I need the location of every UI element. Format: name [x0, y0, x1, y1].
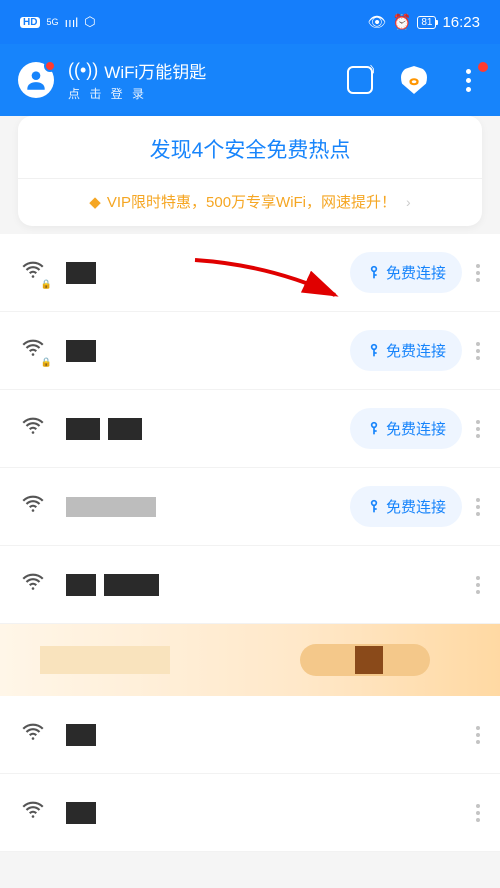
free-connect-button[interactable]: 免费连接 — [350, 252, 462, 293]
wifi-ssid — [66, 574, 462, 596]
app-title-block[interactable]: ((•)) WiFi万能钥匙 点 击 登 录 — [68, 58, 320, 102]
wifi-row[interactable] — [0, 696, 500, 774]
eye-icon: 👁 — [368, 13, 387, 31]
clock-text: 16:23 — [442, 14, 480, 31]
wifi-ssid — [66, 262, 350, 284]
row-more-button[interactable] — [476, 726, 480, 744]
wifi-logo-icon: ((•)) — [68, 60, 98, 81]
battery-indicator: 81 — [417, 16, 436, 29]
wifi-row[interactable] — [0, 774, 500, 852]
wifi-signal-icon — [20, 719, 48, 750]
banner-title: 发现4个安全免费热点 — [30, 134, 470, 164]
wifi-signal-icon: 🔒 — [20, 335, 48, 366]
wifi-row[interactable]: 🔒 免费连接 — [0, 234, 500, 312]
diamond-icon: ◆ — [89, 193, 101, 211]
wifi-ssid — [66, 724, 462, 746]
wifi-row[interactable]: 🔒 免费连接 — [0, 312, 500, 390]
wifi-ssid — [66, 418, 350, 440]
row-more-button[interactable] — [476, 804, 480, 822]
hd-badge: HD — [20, 17, 40, 28]
status-bar: HD 5G ıııl ⬡ 👁 ⏰ 81 16:23 — [0, 0, 500, 44]
status-right: 👁 ⏰ 81 16:23 — [368, 13, 480, 31]
menu-button[interactable] — [454, 66, 482, 94]
discovery-banner: 发现4个安全免费热点 ◆ VIP限时特惠，500万专享WiFi，网速提升！ › — [18, 116, 482, 226]
row-more-button[interactable] — [476, 342, 480, 360]
signal-icon: ıııl — [64, 15, 78, 30]
shield-button[interactable]: ⴰ — [400, 66, 428, 94]
row-more-button[interactable] — [476, 420, 480, 438]
row-more-button[interactable] — [476, 576, 480, 594]
free-connect-button[interactable]: 免费连接 — [350, 486, 462, 527]
free-connect-button[interactable]: 免费连接 — [350, 330, 462, 371]
wifi-signal-icon — [20, 413, 48, 444]
network-type: 5G — [46, 17, 58, 27]
hotspot-icon: ⬡ — [84, 14, 95, 30]
status-left: HD 5G ıııl ⬡ — [20, 14, 96, 30]
lock-icon: 🔒 — [41, 357, 52, 368]
wifi-ssid — [66, 340, 350, 362]
login-prompt: 点 击 登 录 — [68, 85, 320, 102]
lock-icon: 🔒 — [41, 279, 52, 290]
wifi-ssid — [66, 802, 462, 824]
vip-promo-link[interactable]: ◆ VIP限时特惠，500万专享WiFi，网速提升！ › — [30, 191, 470, 212]
notification-dot — [44, 60, 56, 72]
alarm-icon: ⏰ — [393, 13, 412, 31]
row-more-button[interactable] — [476, 264, 480, 282]
promo-text: VIP限时特惠，500万专享WiFi，网速提升！ — [107, 191, 396, 212]
notification-dot — [478, 62, 488, 72]
avatar-button[interactable] — [18, 62, 54, 98]
wifi-list: 🔒 免费连接 🔒 免费连接 免费连接 免费连接 — [0, 234, 500, 852]
wifi-row[interactable]: 免费连接 — [0, 468, 500, 546]
ad-banner[interactable] — [0, 624, 500, 696]
wifi-signal-icon — [20, 569, 48, 600]
wifi-row[interactable]: 免费连接 — [0, 390, 500, 468]
wifi-signal-icon — [20, 491, 48, 522]
wifi-row[interactable] — [0, 546, 500, 624]
wifi-signal-icon — [20, 797, 48, 828]
app-bar: ((•)) WiFi万能钥匙 点 击 登 录 ⴰ — [0, 44, 500, 116]
chevron-right-icon: › — [406, 194, 411, 210]
wifi-ssid — [66, 497, 350, 517]
app-title: WiFi万能钥匙 — [104, 58, 206, 83]
row-more-button[interactable] — [476, 498, 480, 516]
wifi-signal-icon: 🔒 — [20, 257, 48, 288]
document-button[interactable] — [346, 66, 374, 94]
free-connect-button[interactable]: 免费连接 — [350, 408, 462, 449]
